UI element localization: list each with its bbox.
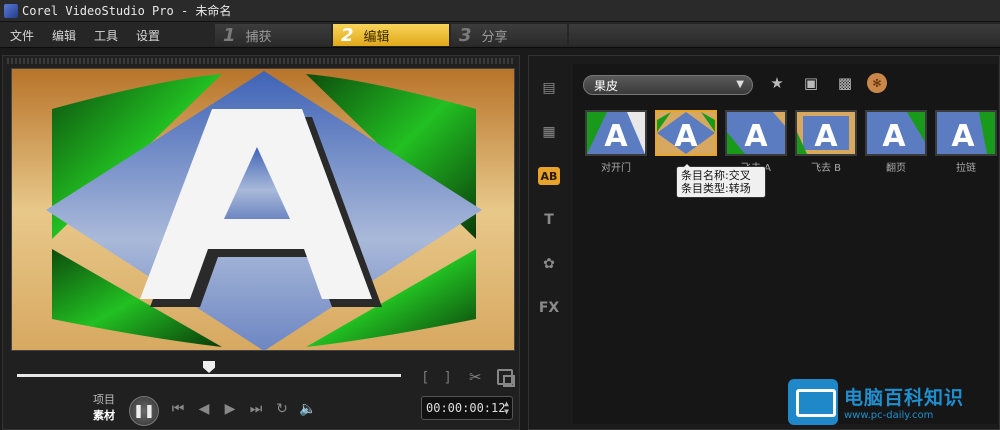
apply-to-video-icon[interactable]: ▣ (799, 72, 823, 94)
menu-settings[interactable]: 设置 (136, 27, 160, 44)
chevron-down-icon: ▼ (736, 79, 744, 90)
play-mode-selector: 项目 素材 (93, 392, 115, 424)
thumbnail-caption: 飞去 B (810, 163, 842, 174)
thumbnail-item[interactable]: A 飞去 A (725, 110, 787, 174)
tab-edit[interactable]: 2 编辑 (333, 24, 449, 46)
library-side-tabs: ▤ ▦ AB T ✿ FX (529, 66, 569, 330)
app-logo-icon (4, 3, 18, 18)
repeat-icon[interactable]: ↻ (273, 401, 291, 417)
instant-project-icon: ▦ (542, 124, 556, 140)
tab-capture[interactable]: 1 捕获 (215, 24, 331, 46)
thumbnail-image: A (935, 110, 997, 156)
thumbnail-caption: 对开门 (601, 163, 631, 174)
next-frame-icon[interactable]: ▶ (221, 401, 239, 417)
transition-thumbnails: A 对开门 A A 飞去 A A 飞去 B A 翻页 A 拉链 (585, 110, 997, 174)
svg-text:A: A (604, 119, 628, 154)
library-content: 果皮 ▼ ★ ▣ ▩ ✻ A 对开门 A A 飞去 A A 飞去 B (573, 64, 998, 424)
scissors-icon[interactable]: ✂ (469, 368, 482, 386)
apply-random-icon[interactable]: ▩ (833, 72, 857, 94)
svg-text:A: A (814, 119, 838, 154)
thumbnail-item[interactable]: A 拉链 (935, 110, 997, 174)
tooltip-item-name: 条目名称:交叉 (681, 169, 751, 182)
window-title: Corel VideoStudio Pro - 未命名 (22, 4, 232, 18)
tab-transition[interactable]: AB (529, 154, 569, 198)
thumbnail-image: A (585, 110, 647, 156)
menu-edit[interactable]: 编辑 (52, 27, 76, 44)
transition-icon: AB (538, 167, 560, 185)
panel-grip[interactable] (7, 58, 515, 64)
scrubber-track[interactable] (17, 374, 401, 377)
thumbnail-image: A (865, 110, 927, 156)
transport-controls: ⏮ ◀ ▶ ⏭ ↻ 🔈 (169, 401, 317, 417)
thumbnail-image: A (795, 110, 857, 156)
thumbnail-item[interactable]: A 翻页 (865, 110, 927, 174)
thumbnail-caption: 拉链 (956, 163, 976, 174)
library-panel: ▤ ▦ AB T ✿ FX 果皮 ▼ ★ ▣ ▩ ✻ A 对开门 A A A A… (528, 55, 1000, 430)
timecode-field[interactable]: 00:00:00:12 ▲ ▼ (421, 396, 513, 420)
tab-bar-spacer (569, 24, 1000, 46)
tab-filter[interactable]: FX (529, 286, 569, 330)
thumbnail-image: A (655, 110, 717, 156)
menu-bar: 文件 编辑 工具 设置 1 捕获 2 编辑 3 分享 (0, 22, 1000, 48)
monitor-logo-icon (788, 379, 838, 425)
library-toolbar: ★ ▣ ▩ ✻ (765, 72, 887, 94)
volume-icon[interactable]: 🔈 (299, 401, 317, 417)
thumbnail-image: A (725, 110, 787, 156)
mark-out-button[interactable]: ] (444, 370, 449, 386)
scrubber-handle[interactable] (203, 361, 215, 373)
svg-text:A: A (744, 119, 768, 154)
menu-tools[interactable]: 工具 (94, 27, 118, 44)
thumbnail-item[interactable]: A 对开门 (585, 110, 647, 174)
graphic-icon: ✿ (543, 256, 555, 272)
preview-window (11, 68, 515, 351)
title-icon: T (544, 212, 554, 228)
tab-graphic[interactable]: ✿ (529, 242, 569, 286)
add-favorite-icon[interactable]: ★ (765, 72, 789, 94)
filter-icon: FX (538, 300, 560, 316)
preview-frame (12, 69, 514, 350)
watermark-title: 电脑百科知识 (844, 387, 965, 409)
timecode-value: 00:00:00:12 (426, 401, 506, 415)
mode-clip[interactable]: 素材 (93, 408, 115, 424)
thumbnail-tooltip: 条目名称:交叉 条目类型:转场 (676, 164, 766, 198)
svg-text:A: A (951, 119, 975, 154)
menu-file[interactable]: 文件 (10, 27, 34, 44)
previous-frame-icon[interactable]: ◀ (195, 401, 213, 417)
timecode-spinner[interactable]: ▲ ▼ (504, 400, 509, 416)
mark-in-button[interactable]: [ (423, 370, 428, 386)
site-watermark: 电脑百科知识 www.pc-daily.com (788, 376, 998, 428)
tab-share[interactable]: 3 分享 (451, 24, 567, 46)
title-bar: Corel VideoStudio Pro - 未命名 (0, 0, 1000, 22)
svg-text:A: A (882, 119, 906, 154)
category-value: 果皮 (594, 78, 619, 93)
thumbnail-item[interactable]: A 飞去 B (795, 110, 857, 174)
tooltip-item-type: 条目类型:转场 (681, 182, 751, 195)
tab-instant-project[interactable]: ▦ (529, 110, 569, 154)
go-to-start-icon[interactable]: ⏮ (169, 401, 187, 417)
category-dropdown[interactable]: 果皮 ▼ (583, 75, 753, 95)
go-to-end-icon[interactable]: ⏭ (247, 401, 265, 417)
enlarge-preview-icon[interactable] (497, 369, 515, 387)
preview-panel: [ ] ✂ 项目 素材 ❚❚ ⏮ ◀ ▶ ⏭ ↻ 🔈 00:00:00:12 ▲… (2, 55, 520, 430)
tab-title[interactable]: T (529, 198, 569, 242)
thumbnail-caption: 翻页 (886, 163, 906, 174)
watermark-url: www.pc-daily.com (844, 410, 934, 421)
tab-media[interactable]: ▤ (529, 66, 569, 110)
trim-markers: [ ] (423, 370, 450, 386)
mode-project[interactable]: 项目 (93, 392, 115, 408)
pause-button[interactable]: ❚❚ (129, 396, 159, 426)
svg-text:A: A (674, 119, 698, 154)
film-reel-icon[interactable]: ✻ (867, 73, 887, 93)
media-icon: ▤ (542, 80, 556, 96)
workflow-steps: 1 捕获 2 编辑 3 分享 (215, 24, 1000, 46)
